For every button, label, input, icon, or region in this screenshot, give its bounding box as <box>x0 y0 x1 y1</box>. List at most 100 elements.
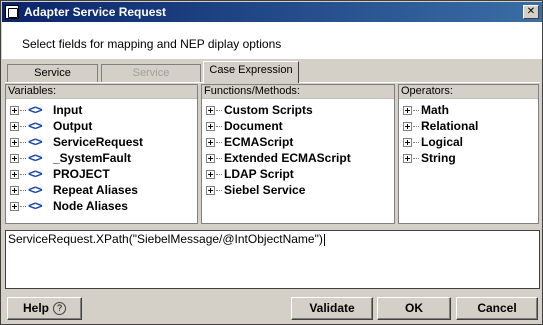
tab-case-expression[interactable]: Case Expression <box>203 61 299 83</box>
variable-icon: <> <box>28 166 43 182</box>
tree-connector <box>216 125 222 127</box>
variable-item-project[interactable]: <> PROJECT <box>6 166 197 182</box>
operator-item-logical[interactable]: Logical <box>399 134 538 150</box>
close-button[interactable]: ✕ <box>523 5 539 19</box>
tree-connector <box>413 141 419 143</box>
function-label: Document <box>224 119 283 133</box>
expand-icon[interactable] <box>206 153 215 163</box>
tree-connector <box>20 205 26 207</box>
variable-label: PROJECT <box>53 167 110 181</box>
expand-icon[interactable] <box>10 153 19 163</box>
function-label: LDAP Script <box>224 167 294 181</box>
function-label: Custom Scripts <box>224 103 313 117</box>
variable-icon: <> <box>28 182 43 198</box>
expand-icon[interactable] <box>206 105 215 115</box>
help-icon: ? <box>53 302 66 316</box>
expand-icon[interactable] <box>10 169 19 179</box>
expand-icon[interactable] <box>10 121 19 131</box>
tree-connector <box>216 173 222 175</box>
app-icon <box>5 5 19 19</box>
function-label: Siebel Service <box>224 183 306 197</box>
variable-icon: <> <box>28 150 43 166</box>
dialog-subtitle: Select fields for mapping and NEP diplay… <box>22 37 282 51</box>
adapter-service-request-dialog: Adapter Service Request ✕ Select fields … <box>0 0 543 325</box>
tree-connector <box>413 157 419 159</box>
operators-header: Operators: <box>399 85 538 99</box>
variable-item-node-aliases[interactable]: <> Node Aliases <box>6 198 197 214</box>
variable-item-repeat-aliases[interactable]: <> Repeat Aliases <box>6 182 197 198</box>
expand-icon[interactable] <box>10 201 19 211</box>
expand-icon[interactable] <box>10 185 19 195</box>
operator-item-math[interactable]: Math <box>399 102 538 118</box>
expression-editor[interactable]: ServiceRequest.XPath("SiebelMessage/@Int… <box>5 230 540 289</box>
operator-item-string[interactable]: String <box>399 150 538 166</box>
functions-header: Functions/Methods: <box>202 85 394 99</box>
variable-icon: <> <box>28 102 43 118</box>
tab-service-request[interactable]: Service Request <box>7 64 98 95</box>
function-item-document[interactable]: Document <box>202 118 394 134</box>
tab-service-response[interactable]: Service Response <box>101 64 201 95</box>
functions-tree: Custom Scripts Document ECMAScript Exten… <box>202 99 394 198</box>
tree-connector <box>216 109 222 111</box>
text-caret <box>323 233 325 246</box>
expand-icon[interactable] <box>206 185 215 195</box>
tree-connector <box>216 141 222 143</box>
tree-connector <box>20 141 26 143</box>
tree-connector <box>20 173 26 175</box>
cancel-button[interactable]: Cancel <box>456 297 538 320</box>
variables-panel: Variables: <> Input <> Output <> Service… <box>5 84 198 224</box>
expand-icon[interactable] <box>10 105 19 115</box>
function-item-siebel-service[interactable]: Siebel Service <box>202 182 394 198</box>
window-title: Adapter Service Request <box>24 5 167 19</box>
expand-icon[interactable] <box>206 121 215 131</box>
function-item-ldap-script[interactable]: LDAP Script <box>202 166 394 182</box>
variables-tree: <> Input <> Output <> ServiceRequest <> … <box>6 99 197 214</box>
operator-item-relational[interactable]: Relational <box>399 118 538 134</box>
expand-icon[interactable] <box>403 121 412 131</box>
operator-label: Logical <box>421 135 464 149</box>
operators-panel: Operators: Math Relational Logical Strin… <box>398 84 539 224</box>
expand-icon[interactable] <box>403 153 412 163</box>
function-item-extended-ecmascript[interactable]: Extended ECMAScript <box>202 150 394 166</box>
variable-item-systemfault[interactable]: <> _SystemFault <box>6 150 197 166</box>
function-item-custom-scripts[interactable]: Custom Scripts <box>202 102 394 118</box>
variables-header: Variables: <box>6 85 197 99</box>
variable-label: Repeat Aliases <box>53 183 138 197</box>
expand-icon[interactable] <box>10 137 19 147</box>
tree-connector <box>20 109 26 111</box>
operator-label: Relational <box>421 119 479 133</box>
variable-label: Input <box>53 103 83 117</box>
tree-connector <box>20 157 26 159</box>
variable-label: Output <box>53 119 93 133</box>
tree-connector <box>216 157 222 159</box>
expression-text: ServiceRequest.XPath("SiebelMessage/@Int… <box>8 232 323 246</box>
tree-connector <box>216 189 222 191</box>
title-bar[interactable]: Adapter Service Request ✕ <box>2 2 542 22</box>
functions-panel: Functions/Methods: Custom Scripts Docume… <box>201 84 395 224</box>
variable-icon: <> <box>28 118 43 134</box>
header-area: Select fields for mapping and NEP diplay… <box>2 22 542 59</box>
help-button-label: Help <box>22 301 49 315</box>
function-label: ECMAScript <box>224 135 294 149</box>
expand-icon[interactable] <box>206 169 215 179</box>
variable-label: _SystemFault <box>53 151 132 165</box>
function-item-ecmascript[interactable]: ECMAScript <box>202 134 394 150</box>
expand-icon[interactable] <box>403 137 412 147</box>
variable-item-output[interactable]: <> Output <box>6 118 197 134</box>
tree-connector <box>20 125 26 127</box>
help-button[interactable]: Help? <box>7 297 82 320</box>
validate-button[interactable]: Validate <box>291 297 373 320</box>
operator-label: Math <box>421 103 449 117</box>
operator-label: String <box>421 151 456 165</box>
variable-icon: <> <box>28 198 43 214</box>
ok-button[interactable]: OK <box>377 297 451 320</box>
expand-icon[interactable] <box>206 137 215 147</box>
variable-item-input[interactable]: <> Input <box>6 102 197 118</box>
variable-label: ServiceRequest <box>53 135 144 149</box>
variable-icon: <> <box>28 134 43 150</box>
expand-icon[interactable] <box>403 105 412 115</box>
tree-connector <box>413 109 419 111</box>
tree-connector <box>20 189 26 191</box>
operators-tree: Math Relational Logical String <box>399 99 538 166</box>
variable-item-servicerequest[interactable]: <> ServiceRequest <box>6 134 197 150</box>
